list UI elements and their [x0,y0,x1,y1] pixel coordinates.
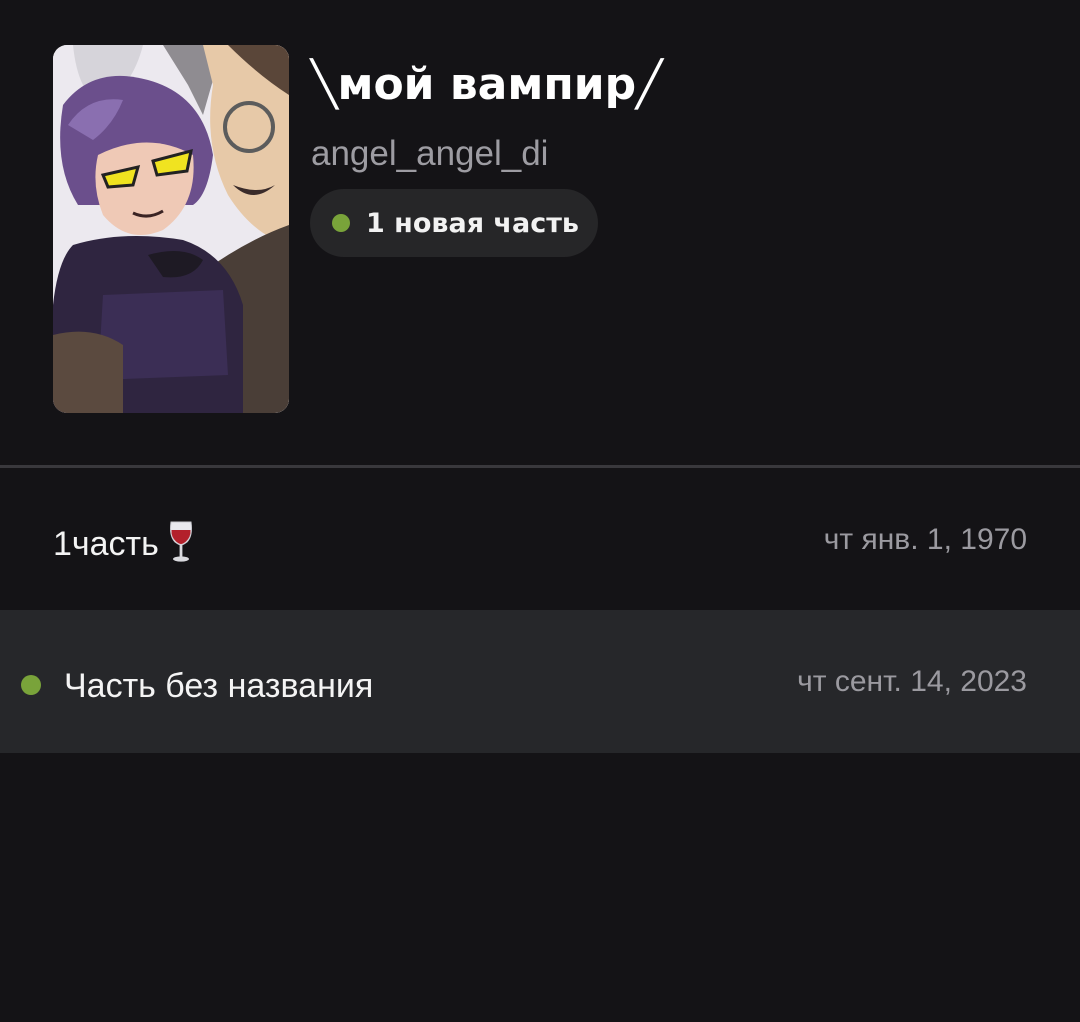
new-parts-badge: 1 новая часть [310,189,598,257]
wine-glass-icon [167,520,195,564]
cover-illustration [53,45,289,413]
new-part-dot [21,675,41,695]
part-title: 1часть [53,525,159,563]
new-parts-label: 1 новая часть [366,207,579,239]
part-title-container: 1часть [53,520,195,568]
part-date: чт янв. 1, 1970 [823,523,1027,556]
story-title: ╲мой вампир╱ [311,59,663,110]
part-row[interactable]: 1часть чт янв. 1, 1970 [0,472,1080,615]
part-title: Часть без названия [64,667,374,705]
story-author-link[interactable]: angel_angel_di [311,130,548,178]
header-divider [0,465,1080,468]
part-row-new[interactable]: Часть без названия чт сент. 14, 2023 [0,610,1080,753]
new-indicator-dot [332,214,350,232]
story-header: ╲мой вампир╱ angel_angel_di 1 новая част… [0,0,1080,466]
part-date: чт сент. 14, 2023 [797,665,1027,698]
story-page: ╲мой вампир╱ angel_angel_di 1 новая част… [0,0,1080,1022]
story-cover[interactable] [53,45,289,413]
